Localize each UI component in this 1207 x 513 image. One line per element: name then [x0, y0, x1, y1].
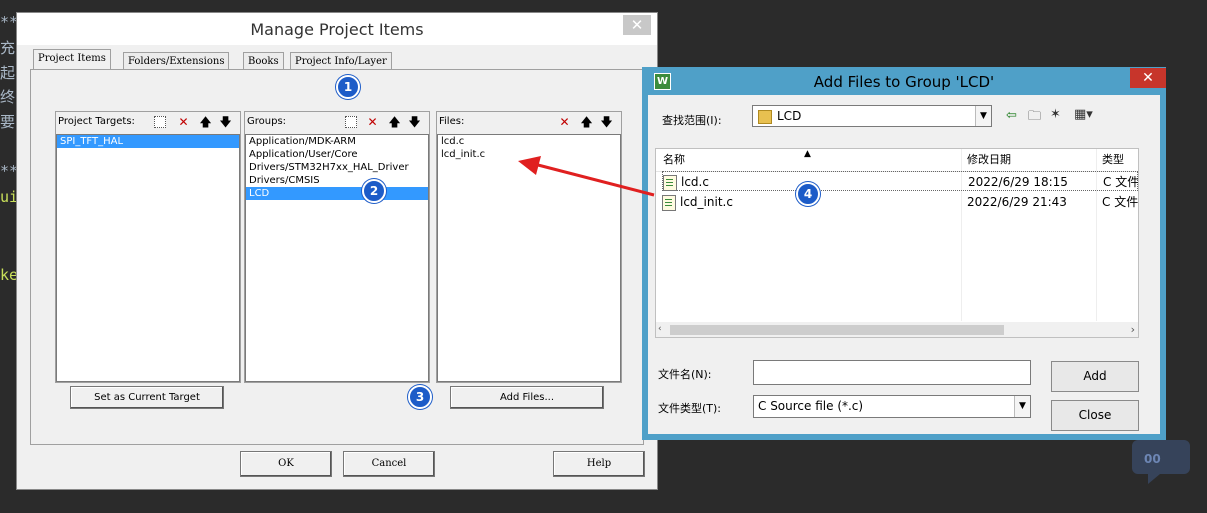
- svg-text:00: 00: [1144, 452, 1161, 466]
- watermark-logo: 00: [1132, 440, 1190, 484]
- annotation-arrow: [518, 156, 655, 197]
